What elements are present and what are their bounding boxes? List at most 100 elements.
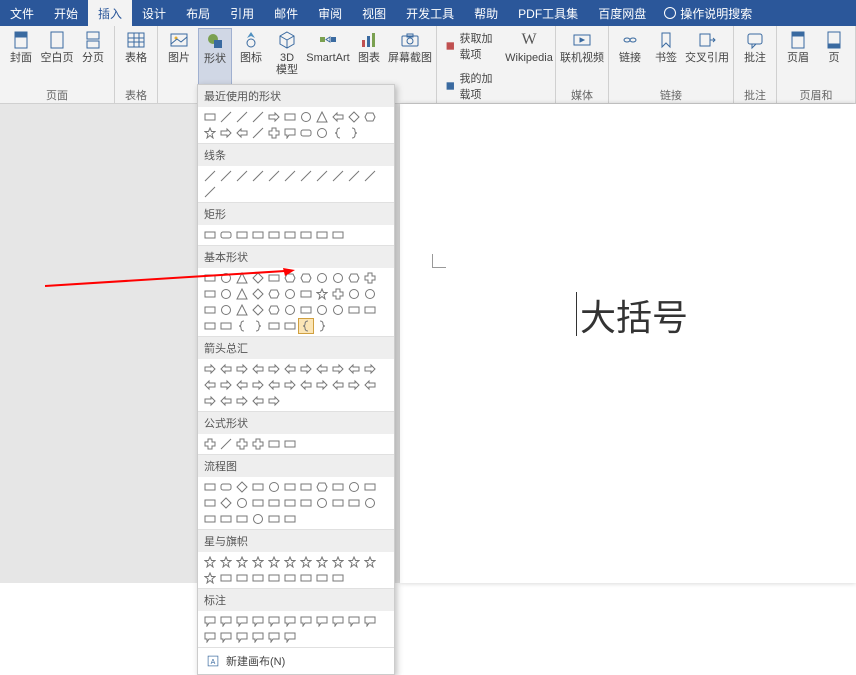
shape-rect[interactable] [282, 570, 298, 586]
cross-reference-button[interactable]: 交叉引用 [685, 28, 729, 86]
shape-diam[interactable] [346, 109, 362, 125]
shape-rect[interactable] [346, 302, 362, 318]
shape-arrR[interactable] [282, 377, 298, 393]
tab-layout[interactable]: 布局 [176, 0, 220, 26]
tab-insert[interactable]: 插入 [88, 0, 132, 26]
shape-rect[interactable] [362, 479, 378, 495]
shape-circ[interactable] [218, 302, 234, 318]
3d-models-button[interactable]: 3D 模型 [270, 28, 304, 86]
shape-rect[interactable] [330, 570, 346, 586]
pictures-button[interactable]: 图片 [162, 28, 196, 86]
shape-circ[interactable] [330, 270, 346, 286]
shape-rect[interactable] [202, 511, 218, 527]
shape-braceL[interactable] [234, 318, 250, 334]
shape-rect[interactable] [266, 318, 282, 334]
shape-rect[interactable] [250, 495, 266, 511]
shape-circ[interactable] [314, 125, 330, 141]
shape-diam[interactable] [250, 302, 266, 318]
page-break-button[interactable]: 分页 [76, 28, 110, 86]
shape-circ[interactable] [298, 109, 314, 125]
shape-arrR[interactable] [266, 361, 282, 377]
shape-braceR[interactable] [346, 125, 362, 141]
shape-circ[interactable] [250, 511, 266, 527]
shape-rrect[interactable] [218, 227, 234, 243]
shape-call[interactable] [202, 629, 218, 645]
shape-line[interactable] [298, 168, 314, 184]
shape-arrL[interactable] [330, 377, 346, 393]
chart-button[interactable]: 图表 [352, 28, 386, 86]
shape-rrect[interactable] [218, 479, 234, 495]
shape-call[interactable] [250, 613, 266, 629]
shape-star[interactable] [250, 554, 266, 570]
shape-arrR[interactable] [266, 393, 282, 409]
tab-pdf[interactable]: PDF工具集 [508, 0, 588, 26]
shape-arrL[interactable] [314, 361, 330, 377]
shape-line[interactable] [250, 168, 266, 184]
shape-circ[interactable] [314, 302, 330, 318]
shape-arrR[interactable] [314, 377, 330, 393]
shape-line[interactable] [218, 109, 234, 125]
shape-rect[interactable] [330, 479, 346, 495]
shape-rect[interactable] [282, 495, 298, 511]
shape-star[interactable] [314, 286, 330, 302]
shape-rect[interactable] [218, 318, 234, 334]
shape-rect[interactable] [330, 227, 346, 243]
shape-line[interactable] [218, 436, 234, 452]
shape-tri[interactable] [234, 286, 250, 302]
shape-rect[interactable] [298, 227, 314, 243]
new-canvas-button[interactable]: A 新建画布(N) [198, 647, 394, 674]
shape-line[interactable] [362, 168, 378, 184]
tab-review[interactable]: 审阅 [308, 0, 352, 26]
shape-braceR[interactable] [314, 318, 330, 334]
shape-line[interactable] [218, 168, 234, 184]
cover-page-button[interactable]: 封面 [4, 28, 38, 86]
shape-rect[interactable] [314, 227, 330, 243]
shape-rect[interactable] [202, 227, 218, 243]
tab-baidu[interactable]: 百度网盘 [588, 0, 656, 26]
shape-arrR[interactable] [202, 361, 218, 377]
shape-arrL[interactable] [250, 361, 266, 377]
shape-rect[interactable] [266, 270, 282, 286]
shape-star[interactable] [202, 554, 218, 570]
shape-circ[interactable] [234, 495, 250, 511]
shape-rect[interactable] [282, 227, 298, 243]
shape-hex[interactable] [266, 286, 282, 302]
shape-arrR[interactable] [218, 125, 234, 141]
shape-star[interactable] [218, 554, 234, 570]
shape-rect[interactable] [202, 286, 218, 302]
online-video-button[interactable]: 联机视频 [560, 28, 604, 86]
shape-circ[interactable] [362, 286, 378, 302]
shape-braceR[interactable] [250, 318, 266, 334]
shape-circ[interactable] [282, 302, 298, 318]
shape-circ[interactable] [218, 270, 234, 286]
shape-line[interactable] [202, 168, 218, 184]
shape-call[interactable] [346, 613, 362, 629]
shape-rect[interactable] [234, 511, 250, 527]
shape-star[interactable] [266, 554, 282, 570]
shape-rect[interactable] [266, 227, 282, 243]
bookmark-button[interactable]: 书签 [649, 28, 683, 86]
shape-arrR[interactable] [266, 109, 282, 125]
footer-button[interactable]: 页 [817, 28, 851, 86]
shape-arrL[interactable] [266, 377, 282, 393]
get-addins-button[interactable]: 获取加载项 [441, 28, 505, 64]
tell-me-search[interactable]: 操作说明搜索 [664, 5, 752, 22]
shape-call[interactable] [282, 125, 298, 141]
shape-hex[interactable] [314, 479, 330, 495]
shape-call[interactable] [362, 613, 378, 629]
shape-arrL[interactable] [234, 125, 250, 141]
shape-arrL[interactable] [218, 361, 234, 377]
shape-diam[interactable] [234, 479, 250, 495]
shape-arrL[interactable] [346, 361, 362, 377]
shape-arrR[interactable] [234, 361, 250, 377]
tab-design[interactable]: 设计 [132, 0, 176, 26]
shape-hex[interactable] [266, 302, 282, 318]
shape-rect[interactable] [250, 479, 266, 495]
shape-rect[interactable] [330, 495, 346, 511]
shape-tri[interactable] [234, 270, 250, 286]
tab-file[interactable]: 文件 [0, 0, 44, 26]
shape-arrR[interactable] [218, 377, 234, 393]
shape-rect[interactable] [298, 570, 314, 586]
shape-arrL[interactable] [298, 377, 314, 393]
shape-plus[interactable] [266, 125, 282, 141]
